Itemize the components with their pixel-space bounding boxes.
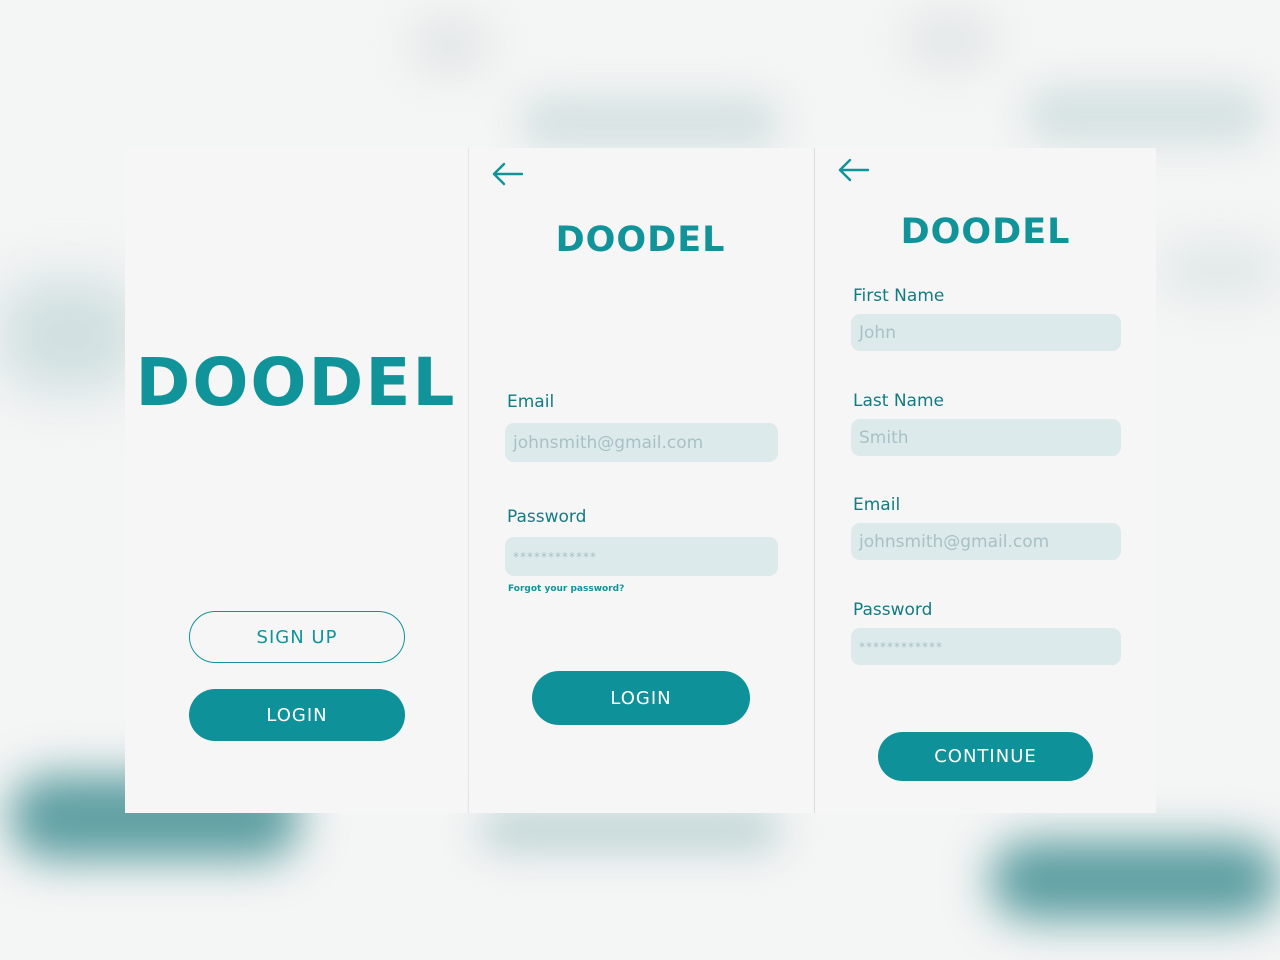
password-placeholder: ************ [513, 549, 597, 564]
arrow-left-icon[interactable] [491, 162, 525, 186]
continue-button[interactable]: CONTINUE [878, 732, 1093, 781]
bg-blur-decoration [905, 10, 995, 70]
first-name-placeholder: John [859, 322, 896, 343]
bg-blur-decoration [410, 15, 490, 75]
signup-button[interactable]: SIGN UP [189, 611, 405, 663]
email-field[interactable]: johnsmith@gmail.com [505, 423, 778, 462]
first-name-label: First Name [853, 286, 945, 306]
email-label: Email [507, 392, 555, 412]
bg-blur-decoration [1160, 240, 1280, 300]
app-logo: DOODEL [555, 220, 726, 260]
email-placeholder: johnsmith@gmail.com [513, 432, 704, 453]
bg-blur-decoration [0, 280, 140, 390]
signup-screen: DOODEL First Name John Last Name Smith E… [814, 148, 1156, 813]
email-field[interactable]: johnsmith@gmail.com [851, 523, 1121, 560]
app-logo: DOODEL [135, 344, 457, 421]
arrow-left-icon[interactable] [837, 158, 871, 182]
password-placeholder: ************ [859, 639, 943, 654]
bg-blur-decoration [520, 95, 780, 150]
email-label: Email [853, 495, 901, 515]
bg-blur-decoration [480, 810, 780, 850]
welcome-screen: DOODEL SIGN UP LOGIN [125, 148, 467, 813]
login-screen: DOODEL Email johnsmith@gmail.com Passwor… [468, 148, 812, 813]
password-field[interactable]: ************ [505, 537, 778, 576]
login-button[interactable]: LOGIN [189, 689, 405, 741]
password-label: Password [507, 507, 587, 527]
app-logo: DOODEL [900, 212, 1071, 252]
password-field[interactable]: ************ [851, 628, 1121, 665]
login-button[interactable]: LOGIN [532, 671, 750, 725]
first-name-field[interactable]: John [851, 314, 1121, 351]
forgot-password-link[interactable]: Forgot your password? [508, 584, 624, 594]
email-placeholder: johnsmith@gmail.com [859, 531, 1050, 552]
password-label: Password [853, 600, 933, 620]
last-name-placeholder: Smith [859, 427, 909, 448]
last-name-label: Last Name [853, 391, 944, 411]
bg-blur-decoration [990, 840, 1280, 920]
last-name-field[interactable]: Smith [851, 419, 1121, 456]
bg-blur-decoration [1025, 85, 1265, 145]
